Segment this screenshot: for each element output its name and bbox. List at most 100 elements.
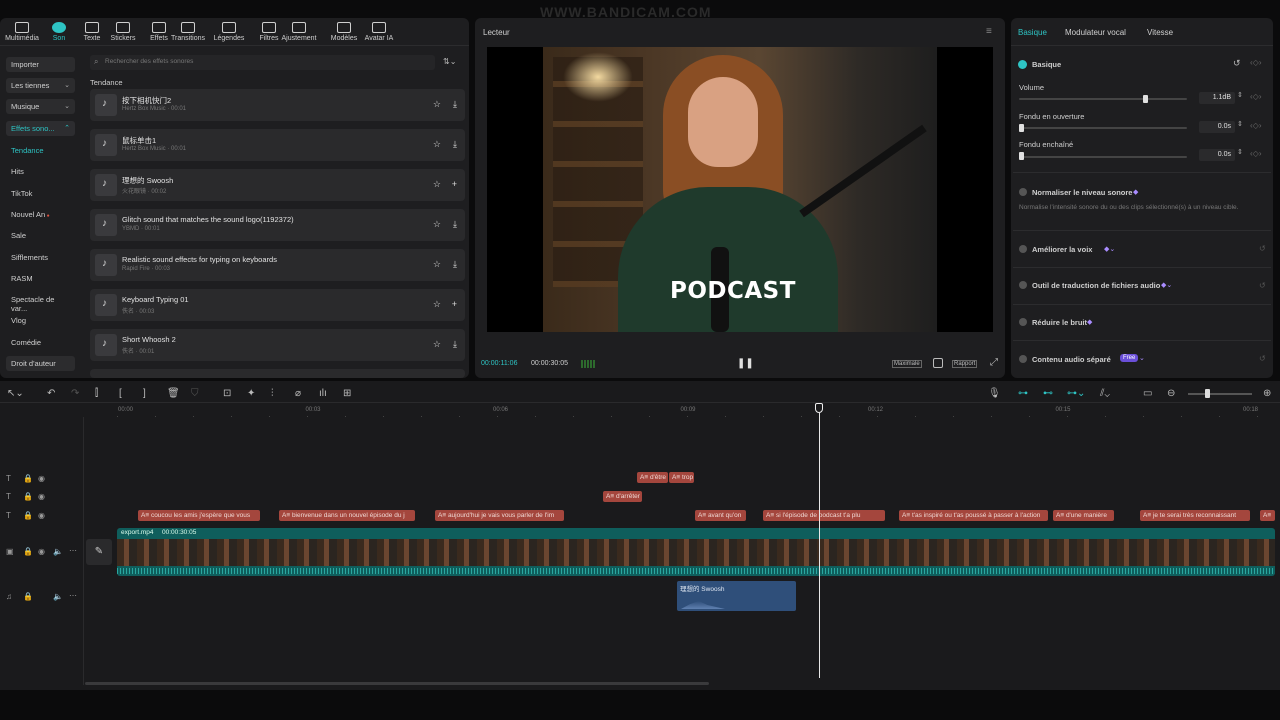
playhead-handle[interactable] — [815, 403, 823, 413]
fade-out-value[interactable]: 0.0s — [1199, 149, 1235, 161]
fade-out-keyframe-icon[interactable]: ‹◇› — [1250, 149, 1261, 158]
undo-icon[interactable]: ↶ — [47, 388, 55, 399]
filter-icon[interactable]: ⇅⌄ — [443, 57, 456, 66]
eye-icon[interactable]: ◉ — [38, 474, 45, 483]
adjust-icon[interactable]: ⫶ — [271, 388, 274, 399]
lock-icon[interactable]: 🔒 — [23, 547, 33, 556]
tab-captions[interactable]: Légendes — [207, 22, 251, 42]
sound-item[interactable]: 鼠标单击1Hertz Box Music · 00:01 ☆ ⤓ — [90, 129, 465, 161]
playhead-line[interactable] — [819, 413, 820, 678]
nav-item[interactable]: Vlog — [6, 313, 75, 328]
microphone-icon[interactable]: 🎙 — [988, 388, 1001, 399]
reset-icon[interactable]: ↺ — [1233, 58, 1241, 69]
crop-icon[interactable]: ⊞ — [343, 388, 351, 399]
snap-icon[interactable]: ⊶⌄ — [1067, 388, 1085, 399]
basic-checkbox[interactable] — [1018, 60, 1027, 69]
eye-icon[interactable]: ◉ — [38, 492, 45, 501]
add-icon[interactable]: + — [452, 179, 457, 189]
favorite-icon[interactable]: ☆ — [433, 259, 441, 270]
zoom-in-icon[interactable]: ⊕ — [1263, 388, 1271, 399]
lock-icon[interactable]: 🔒 — [23, 474, 33, 483]
nav-item[interactable]: Tendance — [6, 143, 75, 158]
favorite-icon[interactable]: ☆ — [433, 179, 441, 190]
subtitle-clip[interactable]: A≡ bienvenue dans un nouvel épisode du j — [279, 510, 415, 521]
video-clip[interactable]: export.mp4 00:00:30:05 — [117, 528, 1275, 576]
shield-icon[interactable]: ⛉ — [191, 388, 199, 399]
search-input[interactable]: ⌕ Rechercher des effets sonores — [90, 55, 435, 70]
volume-slider[interactable] — [1019, 98, 1187, 100]
fade-in-slider[interactable] — [1019, 127, 1187, 129]
select-tool-icon[interactable]: ↖⌄ — [7, 388, 24, 399]
subtitle-clip[interactable]: A≡ — [1260, 510, 1275, 521]
delete-icon[interactable]: 🗑 — [167, 388, 180, 399]
split-icon[interactable]: ⫿ — [95, 388, 98, 399]
fullscreen-icon[interactable]: ⤢ — [990, 357, 998, 368]
nav-item[interactable]: Sifflements — [6, 250, 75, 265]
mask-icon[interactable]: ⌀ — [295, 388, 301, 399]
audio-clip[interactable]: 理想的 Swoosh — [677, 581, 796, 611]
fade-in-knob[interactable] — [1019, 124, 1024, 132]
video-preview[interactable]: PODCAST — [487, 47, 993, 332]
sound-item[interactable]: Keyboard Typing 01 佚名 · 00:03 ☆ + — [90, 289, 465, 321]
magnet-icon[interactable]: ⊷ — [1043, 388, 1053, 399]
audio-split-icon[interactable]: ılı — [319, 388, 327, 399]
subtitle-clip[interactable]: A≡ avant qu'on — [695, 510, 746, 521]
sound-item[interactable]: Glitch sound that matches the sound logo… — [90, 209, 465, 241]
monitor-icon[interactable]: ▭ — [1143, 388, 1152, 399]
noise-checkbox[interactable] — [1019, 318, 1027, 326]
fade-out-slider[interactable] — [1019, 156, 1187, 158]
nav-item[interactable]: Nouvel An ● — [6, 207, 75, 222]
tab-adjust[interactable]: Ajustement — [277, 22, 321, 42]
favorite-icon[interactable]: ☆ — [433, 299, 441, 310]
download-icon[interactable]: ⤓ — [453, 339, 457, 350]
subtitle-clip[interactable]: A≡ t'as inspiré ou t'as poussé à passer … — [899, 510, 1048, 521]
nav-item[interactable]: Spectacle de var... — [6, 292, 75, 313]
keyframe-icon[interactable]: ‹◇› — [1250, 58, 1261, 67]
sound-item[interactable] — [90, 369, 465, 378]
lock-icon[interactable]: 🔒 — [23, 511, 33, 520]
zoom-knob[interactable] — [1205, 389, 1210, 398]
fade-out-knob[interactable] — [1019, 152, 1024, 160]
download-icon[interactable]: ⤓ — [453, 219, 457, 230]
sound-effects-dropdown[interactable]: Effets sono... ⌃ — [6, 121, 75, 136]
fade-in-stepper[interactable]: ⇕ — [1237, 120, 1243, 128]
favorite-icon[interactable]: ☆ — [433, 219, 441, 230]
eye-icon[interactable]: ◉ — [38, 547, 45, 556]
download-icon[interactable]: ⤓ — [453, 259, 457, 270]
volume-value[interactable]: 1.1dB — [1199, 92, 1235, 104]
subtitle-clip[interactable]: A≡ coucou les amis j'espère que vous — [138, 510, 260, 521]
subtitle-clip[interactable]: A≡ si l'épisode de podcast t'a plu — [763, 510, 885, 521]
link-icon[interactable]: ⊶ — [1018, 388, 1028, 399]
timeline-scrollbar[interactable] — [85, 682, 709, 685]
eye-icon[interactable]: ◉ — [38, 511, 45, 520]
sound-item[interactable]: 理想的 Swoosh 火花眼镜 · 00:02 ☆ + — [90, 169, 465, 201]
chevron-down-icon[interactable]: ⌄ — [1139, 354, 1145, 362]
lock-icon[interactable]: 🔒 — [23, 592, 33, 601]
preview-axis-icon[interactable]: ⫽⌄ — [1100, 388, 1110, 399]
reset-icon[interactable]: ↺ — [1259, 354, 1266, 363]
screenshot-icon[interactable] — [933, 358, 943, 368]
cover-edit-button[interactable]: ✎ — [86, 539, 112, 565]
freeze-icon[interactable]: ⊡ — [223, 388, 231, 399]
sound-item[interactable]: Short Whoosh 2 佚名 · 00:01 ☆ ⤓ — [90, 329, 465, 361]
translate-checkbox[interactable] — [1019, 281, 1027, 289]
volume-stepper[interactable]: ⇕ — [1237, 91, 1243, 99]
nav-item[interactable]: TikTok — [6, 186, 75, 201]
subtitle-clip[interactable]: A≡ d'arrêter — [603, 491, 642, 502]
favorite-icon[interactable]: ☆ — [433, 99, 441, 110]
pause-button[interactable]: ❚❚ — [737, 358, 754, 369]
fade-out-stepper[interactable]: ⇕ — [1237, 148, 1243, 156]
tab-transition[interactable]: Transitions — [166, 22, 210, 42]
redo-icon[interactable]: ↷ — [71, 388, 79, 399]
normalize-checkbox[interactable] — [1019, 188, 1027, 196]
nav-item[interactable]: Droit d'auteur — [6, 356, 75, 371]
les-tiennes-dropdown[interactable]: Les tiennes ⌄ — [6, 78, 75, 93]
fade-in-value[interactable]: 0.0s — [1199, 121, 1235, 133]
subtitle-clip[interactable]: A≡ d'être — [637, 472, 668, 483]
favorite-icon[interactable]: ☆ — [433, 339, 441, 350]
nav-item[interactable]: Hits — [6, 164, 75, 179]
maximize-button[interactable]: Maximale — [892, 360, 922, 368]
nav-item[interactable]: RASM — [6, 271, 75, 286]
nav-item[interactable]: Sale — [6, 228, 75, 243]
reset-icon[interactable]: ↺ — [1259, 281, 1266, 290]
